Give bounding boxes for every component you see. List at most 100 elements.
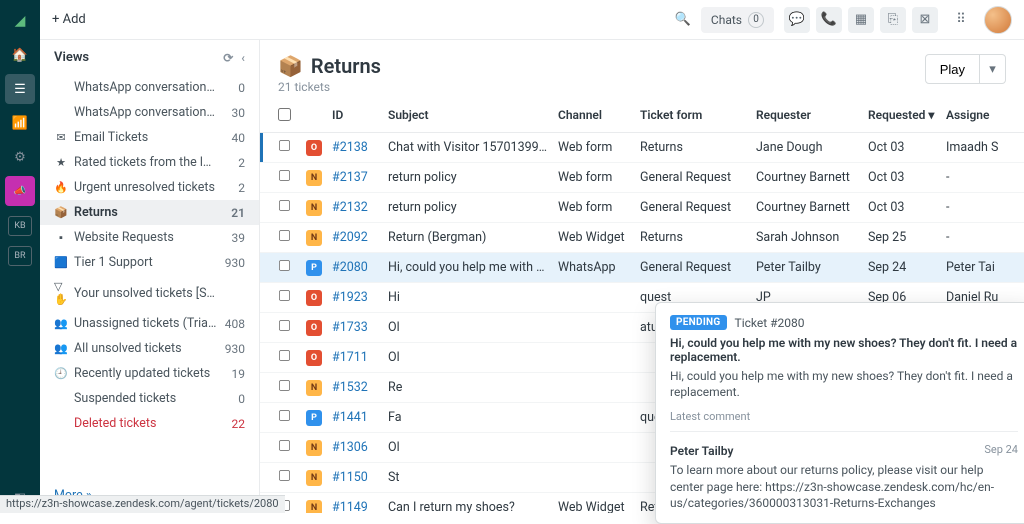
row-checkbox[interactable] (279, 320, 290, 331)
sidebar-item[interactable]: Suspended tickets0 (40, 386, 259, 411)
table-header: ID Subject Channel Ticket form Requester… (260, 102, 1024, 133)
ticket-assignee: - (946, 230, 1006, 245)
col-assignee[interactable]: Assigne (946, 108, 1006, 124)
view-label: Returns (74, 205, 217, 220)
chats-pill[interactable]: Chats 0 (701, 7, 774, 33)
refresh-icon[interactable]: ⟳ (223, 51, 233, 65)
rail-br[interactable]: BR (8, 246, 32, 266)
view-count: 2 (223, 156, 245, 170)
table-row[interactable]: N#2132return policyWeb formGeneral Reque… (260, 193, 1024, 223)
row-checkbox[interactable] (279, 200, 290, 211)
col-id[interactable]: ID (332, 108, 388, 124)
sidebar-item[interactable]: ★Rated tickets from the last 7 d…2 (40, 150, 259, 175)
sidebar-item[interactable]: 🟦Tier 1 Support930 (40, 250, 259, 275)
ticket-subject: Can I return my shoes? (388, 500, 558, 513)
view-icon: 🔥 (54, 181, 68, 194)
help-icon[interactable]: ⎘ (880, 7, 906, 33)
view-icon: 👥 (54, 342, 68, 355)
status-pill: PENDING (670, 315, 727, 330)
rail-reports[interactable]: 📶 (5, 108, 35, 138)
sidebar-item[interactable]: 👥 Unassigned tickets (Triage) 408 (40, 311, 259, 336)
ticket-assignee: Peter Tai (946, 260, 1006, 275)
row-checkbox[interactable] (279, 140, 290, 151)
col-subject[interactable]: Subject (388, 108, 558, 124)
view-count: 40 (223, 131, 245, 145)
ticket-channel: Web form (558, 170, 640, 185)
view-icon: 🕘 (54, 367, 68, 380)
table-row[interactable]: N#2137return policyWeb formGeneral Reque… (260, 163, 1024, 193)
rail-kb[interactable]: KB (8, 216, 32, 236)
row-checkbox[interactable] (279, 290, 290, 301)
table-row[interactable]: O#2138Chat with Visitor 1570139948Web fo… (260, 133, 1024, 163)
popover-author: Peter Tailby (670, 444, 733, 458)
col-requester[interactable]: Requester (756, 108, 868, 124)
sidebar-item[interactable]: ✉Email Tickets40 (40, 125, 259, 150)
row-checkbox[interactable] (279, 260, 290, 271)
col-requested[interactable]: Requested ▾ (868, 108, 946, 124)
col-channel[interactable]: Channel (558, 108, 640, 124)
rail-admin[interactable]: ⚙ (5, 142, 35, 172)
view-icon: ▽ ✋ (54, 280, 68, 306)
row-checkbox[interactable] (279, 350, 290, 361)
sidebar-item[interactable]: ▽ ✋Your unsolved tickets [Skil… (40, 275, 259, 311)
table-row[interactable]: P#2080Hi, could you help me with my new … (260, 253, 1024, 283)
sidebar-item[interactable]: Deleted tickets22 (40, 411, 259, 436)
view-count: 408 (223, 317, 245, 331)
ticket-id: #1149 (332, 500, 388, 513)
row-checkbox[interactable] (279, 470, 290, 481)
ticket-id: #1150 (332, 470, 388, 485)
sidebar-item[interactable]: 👥 All unsolved tickets 930 (40, 336, 259, 361)
view-label: Unassigned tickets (Triage) (74, 316, 217, 331)
collapse-icon[interactable]: ‹ (241, 51, 245, 65)
status-badge: O (306, 140, 322, 156)
sidebar-item[interactable]: 🔥Urgent unresolved tickets2 (40, 175, 259, 200)
phone-icon[interactable]: 📞 (816, 7, 842, 33)
col-ticket-form[interactable]: Ticket form (640, 108, 756, 124)
status-badge: O (306, 290, 322, 306)
close-pane-icon[interactable]: ⊠ (912, 7, 938, 33)
view-icon: 👥 (54, 317, 68, 330)
rail-views[interactable]: ☰ (5, 74, 35, 104)
sidebar-item[interactable]: WhatsApp conversations - Assig…0 (40, 75, 259, 100)
view-label: Rated tickets from the last 7 d… (74, 155, 217, 170)
play-dropdown[interactable]: ▾ (980, 54, 1006, 84)
sidebar-item[interactable]: 🕘Recently updated tickets19 (40, 361, 259, 386)
apps-grid-icon[interactable]: ⠿ (948, 7, 974, 33)
search-icon[interactable]: 🔍 (675, 12, 691, 27)
content: 📦 Returns 21 tickets Play ▾ ID (260, 40, 1024, 513)
row-checkbox[interactable] (279, 380, 290, 391)
ticket-subject: Hi, could you help me with my new shoes?… (388, 260, 558, 275)
sidebar-item[interactable]: 📦Returns21 (40, 200, 259, 225)
select-all-checkbox[interactable] (278, 108, 291, 121)
table-row[interactable]: N#2092Return (Bergman)Web WidgetReturnsS… (260, 223, 1024, 253)
layout-icon[interactable]: ▦ (848, 7, 874, 33)
add-button[interactable]: + Add (52, 12, 86, 27)
ticket-form: Returns (640, 140, 756, 155)
view-label: Deleted tickets (74, 416, 217, 431)
sidebar-item[interactable]: WhatsApp conversations - Unass…30 (40, 100, 259, 125)
chat-icon[interactable]: 💬 (784, 7, 810, 33)
chats-count: 0 (748, 12, 764, 28)
status-badge: O (306, 320, 322, 336)
row-checkbox[interactable] (279, 230, 290, 241)
view-label: All unsolved tickets (74, 341, 217, 356)
ticket-subject: return policy (388, 200, 558, 215)
row-checkbox[interactable] (279, 410, 290, 421)
play-button[interactable]: Play (925, 54, 980, 84)
row-checkbox[interactable] (279, 170, 290, 181)
ticket-id: #2137 (332, 170, 388, 185)
avatar[interactable] (984, 6, 1012, 34)
sidebar-item[interactable]: ▪Website Requests39 (40, 225, 259, 250)
ticket-requester: Sarah Johnson (756, 230, 868, 245)
ticket-subject: Hi (388, 290, 558, 305)
status-badge: N (306, 380, 322, 396)
view-count: 39 (223, 231, 245, 245)
rail-home[interactable]: 🏠 (5, 40, 35, 70)
view-count: 930 (223, 342, 245, 356)
rail-announce[interactable]: 📣 (5, 176, 35, 206)
ticket-date: Oct 03 (868, 200, 946, 215)
row-checkbox[interactable] (279, 440, 290, 451)
view-count: 0 (223, 392, 245, 406)
popover-comment: To learn more about our returns policy, … (670, 462, 1018, 511)
ticket-channel: WhatsApp (558, 260, 640, 275)
